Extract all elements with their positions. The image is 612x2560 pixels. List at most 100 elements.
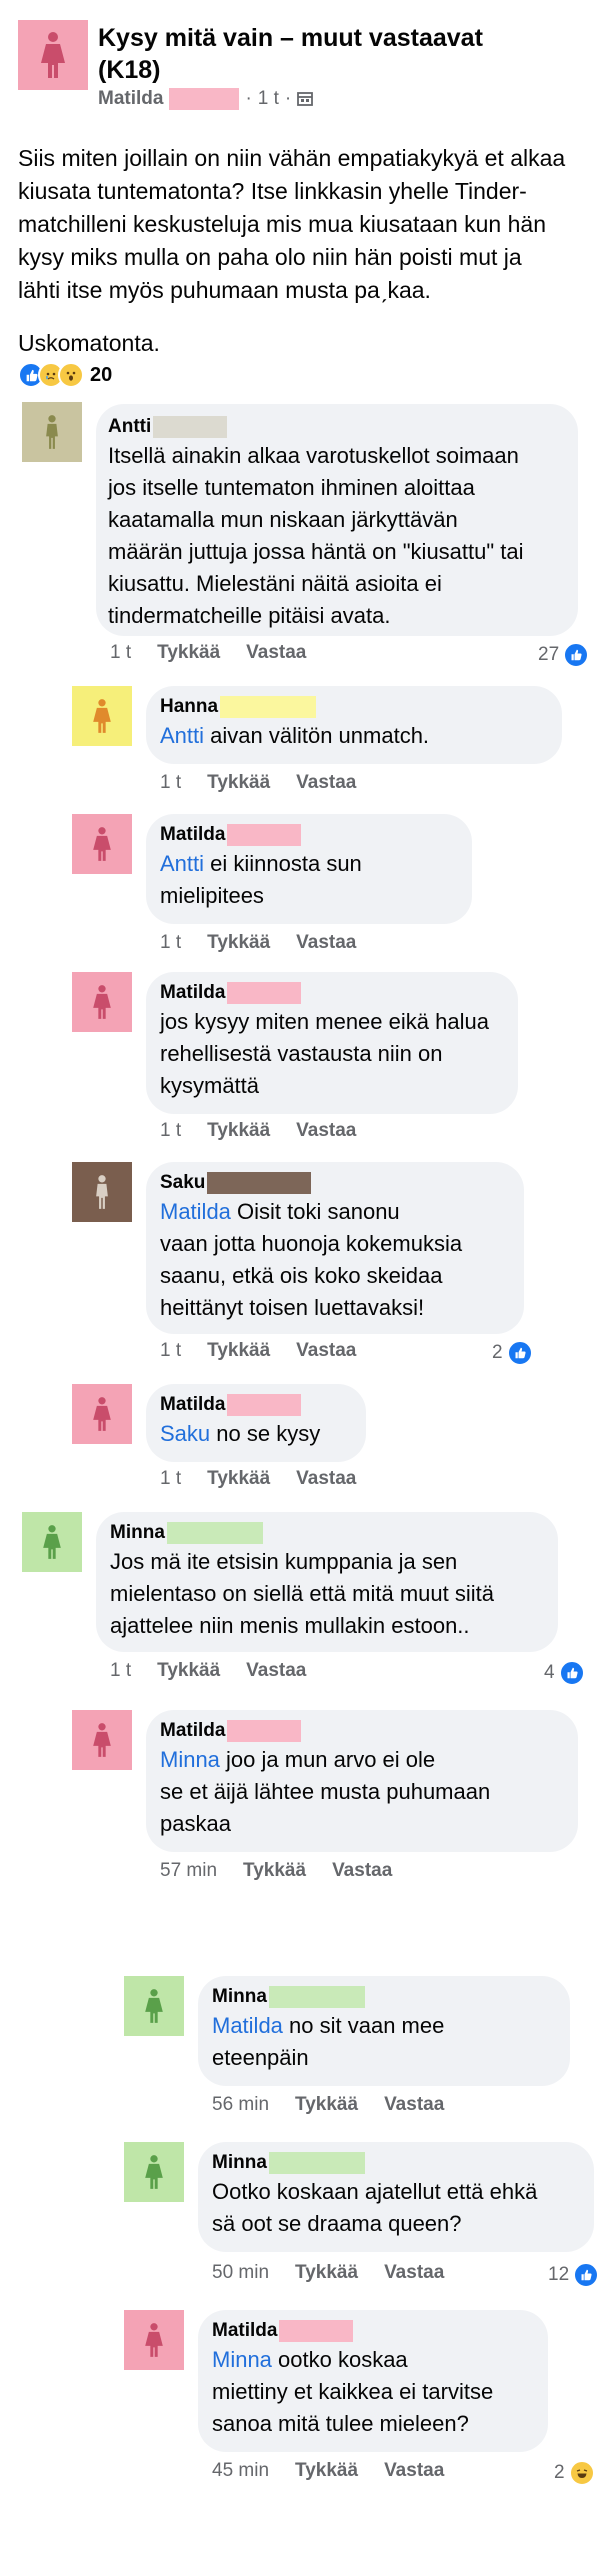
reply-button[interactable]: Vastaa [384, 2262, 444, 2283]
reply-button[interactable]: Vastaa [296, 932, 356, 953]
comment-bubble: Hanna Antti aivan välitön unmatch. [146, 686, 562, 764]
comment-actions: 1 t Tykkää Vastaa [160, 772, 357, 793]
comment-author[interactable]: Minna [212, 2152, 267, 2173]
comment-author[interactable]: Matilda [212, 2320, 277, 2341]
person-icon [145, 2155, 163, 2189]
like-button[interactable]: Tykkää [295, 2094, 358, 2115]
censor-bar [268, 2151, 365, 2174]
commenter-avatar[interactable] [72, 686, 132, 746]
comment-author[interactable]: Minna [212, 1986, 267, 2007]
comment-bubble: Minna Ootko koskaan ajatellut että ehkä … [198, 2142, 594, 2252]
comment-author[interactable]: Matilda [160, 982, 225, 1003]
commenter-avatar[interactable] [72, 1384, 132, 1444]
like-button[interactable]: Tykkää [207, 932, 270, 953]
censor-bar [227, 823, 302, 846]
commenter-avatar[interactable] [124, 1976, 184, 2036]
privacy-icon [297, 92, 314, 106]
comment-text: Saku no se kysy [160, 1421, 321, 1446]
mention-link[interactable]: Antti [160, 851, 204, 876]
commenter-avatar[interactable] [72, 1162, 132, 1222]
like-button[interactable]: Tykkää [207, 772, 270, 793]
group-title[interactable]: Kysy mitä vain – muut vastaavat (K18) [98, 22, 483, 86]
comment-text: jos kysyy miten menee eikä halua rehelli… [160, 1009, 489, 1098]
censor-bar [227, 981, 302, 1004]
commenter-avatar[interactable] [124, 2310, 184, 2370]
comment-actions: 1 t Tykkää Vastaa [160, 1120, 357, 1141]
like-reaction-icon [506, 1340, 533, 1366]
comment-actions: 45 min Tykkää Vastaa [212, 2460, 445, 2481]
comment-actions: 1 t Tykkää Vastaa [160, 1340, 357, 1361]
comment-author[interactable]: Hanna [160, 696, 218, 717]
like-button[interactable]: Tykkää [295, 2262, 358, 2283]
comment-bubble: Minna Jos mä ite etsisin kumppania ja se… [96, 1512, 558, 1652]
reply-button[interactable]: Vastaa [296, 1468, 356, 1489]
comment-author[interactable]: Matilda [160, 1720, 225, 1741]
like-button[interactable]: Tykkää [207, 1340, 270, 1361]
person-icon [41, 32, 65, 78]
like-button[interactable]: Tykkää [295, 2460, 358, 2481]
like-button[interactable]: Tykkää [207, 1120, 270, 1141]
comment-author[interactable]: Minna [110, 1522, 165, 1543]
censor-bar [268, 1985, 365, 2008]
group-avatar[interactable] [18, 20, 88, 90]
commenter-avatar[interactable] [22, 1512, 82, 1572]
post-meta: Matilda · 1 t · [98, 88, 314, 110]
comment-reactions[interactable]: 2 [554, 2460, 595, 2486]
person-icon [43, 1525, 61, 1559]
commenter-avatar[interactable] [124, 2142, 184, 2202]
comment-reactions[interactable]: 27 [538, 642, 590, 668]
comment-bubble: Matilda Minna ootko koskaa miettiny et k… [198, 2310, 548, 2452]
post-reactions[interactable]: 20 [18, 362, 112, 388]
commenter-avatar[interactable] [72, 972, 132, 1032]
comment-author[interactable]: Antti [108, 416, 151, 437]
mention-link[interactable]: Saku [160, 1421, 210, 1446]
comment-text: Antti aivan välitön unmatch. [160, 723, 430, 748]
like-button[interactable]: Tykkää [243, 1860, 306, 1881]
comment-text: Itsellä ainakin alkaa varotuskellot soim… [108, 443, 524, 628]
censor-bar [166, 1521, 263, 1544]
laugh-reaction-icon [568, 2460, 595, 2486]
post-time[interactable]: 1 t [258, 88, 279, 110]
mention-link[interactable]: Matilda [212, 2013, 283, 2038]
comment-author[interactable]: Matilda [160, 1394, 225, 1415]
comment-author[interactable]: Matilda [160, 824, 225, 845]
reply-button[interactable]: Vastaa [296, 1120, 356, 1141]
comment-text: Matilda no sit vaan mee eteenpäin [212, 2013, 445, 2070]
comment-text: Antti ei kiinnosta sun mielipitees [160, 851, 362, 908]
person-icon [145, 2323, 163, 2357]
person-icon [46, 415, 58, 449]
comment-bubble: Matilda jos kysyy miten menee eikä halua… [146, 972, 518, 1114]
mention-link[interactable]: Minna [212, 2347, 272, 2372]
comment-author[interactable]: Saku [160, 1172, 205, 1193]
comment-bubble: Matilda Minna joo ja mun arvo ei ole se … [146, 1710, 578, 1852]
person-icon [93, 1723, 111, 1757]
reply-button[interactable]: Vastaa [296, 1340, 356, 1361]
mention-link[interactable]: Matilda [160, 1199, 231, 1224]
commenter-avatar[interactable] [22, 402, 82, 462]
mention-link[interactable]: Antti [160, 723, 204, 748]
like-button[interactable]: Tykkää [157, 1660, 220, 1681]
censor-bar [227, 1393, 302, 1416]
person-icon [93, 1397, 111, 1431]
post-author[interactable]: Matilda [98, 88, 163, 110]
comment-text: Jos mä ite etsisin kumppania ja sen miel… [110, 1549, 494, 1638]
reply-button[interactable]: Vastaa [246, 1660, 306, 1681]
reply-button[interactable]: Vastaa [332, 1860, 392, 1881]
reply-button[interactable]: Vastaa [246, 642, 306, 663]
comment-actions: 56 min Tykkää Vastaa [212, 2094, 445, 2115]
comment-reactions[interactable]: 2 [492, 1340, 533, 1366]
reaction-count: 20 [90, 363, 113, 386]
comment-actions: 1 t Tykkää Vastaa [160, 1468, 357, 1489]
reply-button[interactable]: Vastaa [384, 2460, 444, 2481]
reply-button[interactable]: Vastaa [296, 772, 356, 793]
like-button[interactable]: Tykkää [207, 1468, 270, 1489]
commenter-avatar[interactable] [72, 1710, 132, 1770]
reply-button[interactable]: Vastaa [384, 2094, 444, 2115]
comment-reactions[interactable]: 4 [544, 1660, 585, 1686]
commenter-avatar[interactable] [72, 814, 132, 874]
person-icon [93, 699, 111, 733]
like-button[interactable]: Tykkää [157, 642, 220, 663]
mention-link[interactable]: Minna [160, 1747, 220, 1772]
comment-reactions[interactable]: 12 [548, 2262, 600, 2288]
person-icon [96, 1175, 108, 1209]
